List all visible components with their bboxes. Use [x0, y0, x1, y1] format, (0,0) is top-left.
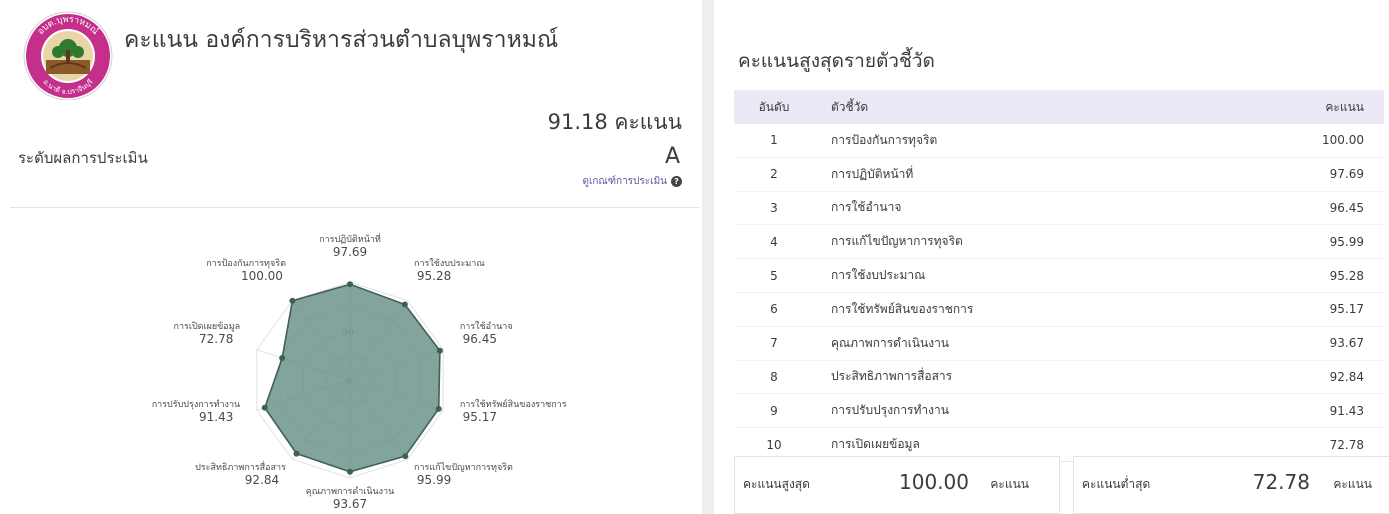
rank-cell: 9: [734, 393, 814, 429]
max-score-value: 100.00: [899, 470, 969, 494]
indicator-cell: คุณภาพการดำเนินงาน: [814, 326, 1224, 361]
table-row: 8 ประสิทธิภาพการสื่อสาร 92.84: [734, 360, 1384, 395]
score-cell: 91.43: [1223, 393, 1384, 429]
ranking-table: อันดับ ตัวชี้วัด คะแนน 1 การป้องกันการทุจ…: [734, 90, 1384, 462]
ranking-title: คะแนนสูงสุดรายตัวชี้วัด: [738, 50, 935, 72]
data-point: [402, 453, 409, 460]
column-indicator: ตัวชี้วัด: [814, 90, 1224, 124]
indicator-cell: การใช้ทรัพย์สินของราชการ: [814, 292, 1224, 327]
total-score: 91.18 คะแนน: [547, 110, 682, 134]
category-label: ประสิทธิภาพการสื่อสาร: [195, 460, 286, 473]
data-point: [436, 347, 443, 354]
value-label: 95.28: [417, 269, 451, 283]
min-score-unit: คะแนน: [1333, 477, 1372, 491]
page-title: คะแนน องค์การบริหารส่วนตำบลบุพราหมณ์: [124, 27, 559, 53]
radar-area: [263, 283, 441, 473]
table-row: 6 การใช้ทรัพย์สินของราชการ 95.17: [734, 292, 1384, 327]
table-row: 9 การปรับปรุงการทำงาน 91.43: [734, 393, 1384, 429]
rank-cell: 8: [734, 360, 814, 395]
data-point: [347, 281, 353, 288]
rank-cell: 7: [734, 326, 814, 361]
panel-gutter: [702, 0, 714, 514]
value-label: 96.45: [463, 332, 497, 346]
score-cell: 95.99: [1223, 224, 1384, 260]
rank-cell: 6: [734, 292, 814, 327]
value-label: 72.78: [199, 332, 233, 346]
category-label: การแก้ไขปัญหาการทุจริต: [414, 462, 513, 473]
table-header-row: อันดับ ตัวชี้วัด คะแนน: [734, 90, 1384, 124]
value-label: 91.43: [199, 410, 233, 424]
category-label: การใช้ทรัพย์สินของราชการ: [460, 398, 567, 410]
score-cell: 96.45: [1223, 191, 1384, 226]
organization-logo: อบต.บุพราหมณ์ อ.นาดี จ.ปราจีนบุรี: [23, 11, 113, 100]
indicator-cell: การแก้ไขปัญหาการทุจริต: [814, 224, 1224, 260]
data-point: [261, 404, 268, 411]
question-circle-icon[interactable]: ?: [671, 176, 682, 187]
data-point: [289, 297, 296, 304]
indicator-cell: ประสิทธิภาพการสื่อสาร: [814, 360, 1224, 395]
rank-cell: 4: [734, 224, 814, 260]
indicator-cell: การปฏิบัติหน้าที่: [814, 157, 1224, 192]
rank-cell: 2: [734, 157, 814, 192]
category-label: การปรับปรุงการทำงาน: [152, 399, 240, 410]
table-row: 4 การแก้ไขปัญหาการทุจริต 95.99: [734, 224, 1384, 260]
min-score-value: 72.78: [1252, 470, 1310, 494]
indicator-cell: การใช้งบประมาณ: [814, 258, 1224, 293]
category-label: การใช้อำนาจ: [460, 321, 513, 332]
score-panel: อบต.บุพราหมณ์ อ.นาดี จ.ปราจีนบุรี คะแนน …: [0, 0, 700, 514]
data-point: [435, 405, 442, 412]
indicator-cell: การปรับปรุงการทำงาน: [814, 393, 1224, 429]
score-cell: 92.84: [1223, 360, 1384, 395]
indicator-cell: การป้องกันการทุจริต: [814, 124, 1224, 158]
category-label: การปฏิบัติหน้าที่: [319, 232, 381, 245]
rank-cell: 1: [734, 124, 814, 158]
table-row: 2 การปฏิบัติหน้าที่ 97.69: [734, 157, 1384, 192]
table-row: 7 คุณภาพการดำเนินงาน 93.67: [734, 326, 1384, 361]
table-row: 1 การป้องกันการทุจริต 100.00: [734, 124, 1384, 158]
value-label: 97.69: [333, 245, 367, 259]
category-label: การป้องกันการทุจริต: [206, 258, 286, 269]
value-label: 93.67: [333, 497, 367, 511]
data-point: [347, 468, 353, 475]
criteria-link-label[interactable]: ดูเกณฑ์การประเมิน: [582, 174, 667, 189]
grade-label: ระดับผลการประเมิน: [18, 149, 148, 167]
rank-cell: 5: [734, 258, 814, 293]
divider: [10, 207, 700, 208]
criteria-link[interactable]: ดูเกณฑ์การประเมิน ?: [582, 174, 682, 189]
value-label: 92.84: [245, 473, 279, 487]
table-row: 5 การใช้งบประมาณ 95.28: [734, 258, 1384, 293]
grade-value: A: [664, 144, 680, 169]
category-label: การใช้งบประมาณ: [414, 258, 485, 269]
value-label: 95.17: [463, 410, 497, 424]
score-cell: 95.17: [1223, 292, 1384, 327]
max-score-box: คะแนนสูงสุด 100.00 คะแนน: [734, 456, 1060, 514]
radar-chart: 050การปฏิบัติหน้าที่97.69การใช้งบประมาณ9…: [152, 232, 567, 511]
value-label: 100.00: [241, 269, 283, 283]
data-point: [293, 450, 300, 457]
column-rank: อันดับ: [734, 90, 814, 124]
min-score-box: คะแนนต่ำสุด 72.78 คะแนน: [1073, 456, 1389, 514]
column-score: คะแนน: [1223, 90, 1384, 124]
value-label: 95.99: [417, 473, 451, 487]
category-label: การเปิดเผยข้อมูล: [174, 321, 241, 332]
category-label: คุณภาพการดำเนินงาน: [306, 486, 395, 497]
max-score-label: คะแนนสูงสุด: [743, 477, 810, 491]
score-cell: 93.67: [1223, 326, 1384, 361]
table-row: 3 การใช้อำนาจ 96.45: [734, 191, 1384, 226]
indicator-cell: การใช้อำนาจ: [814, 191, 1224, 226]
score-cell: 95.28: [1223, 258, 1384, 293]
data-point: [279, 354, 286, 361]
max-score-unit: คะแนน: [990, 477, 1029, 491]
ranking-panel: คะแนนสูงสุดรายตัวชี้วัด อันดับ ตัวชี้วัด…: [714, 0, 1389, 514]
score-cell: 100.00: [1223, 124, 1384, 158]
data-point: [401, 301, 408, 308]
score-cell: 97.69: [1223, 157, 1384, 192]
rank-cell: 3: [734, 191, 814, 226]
min-score-label: คะแนนต่ำสุด: [1082, 477, 1151, 491]
